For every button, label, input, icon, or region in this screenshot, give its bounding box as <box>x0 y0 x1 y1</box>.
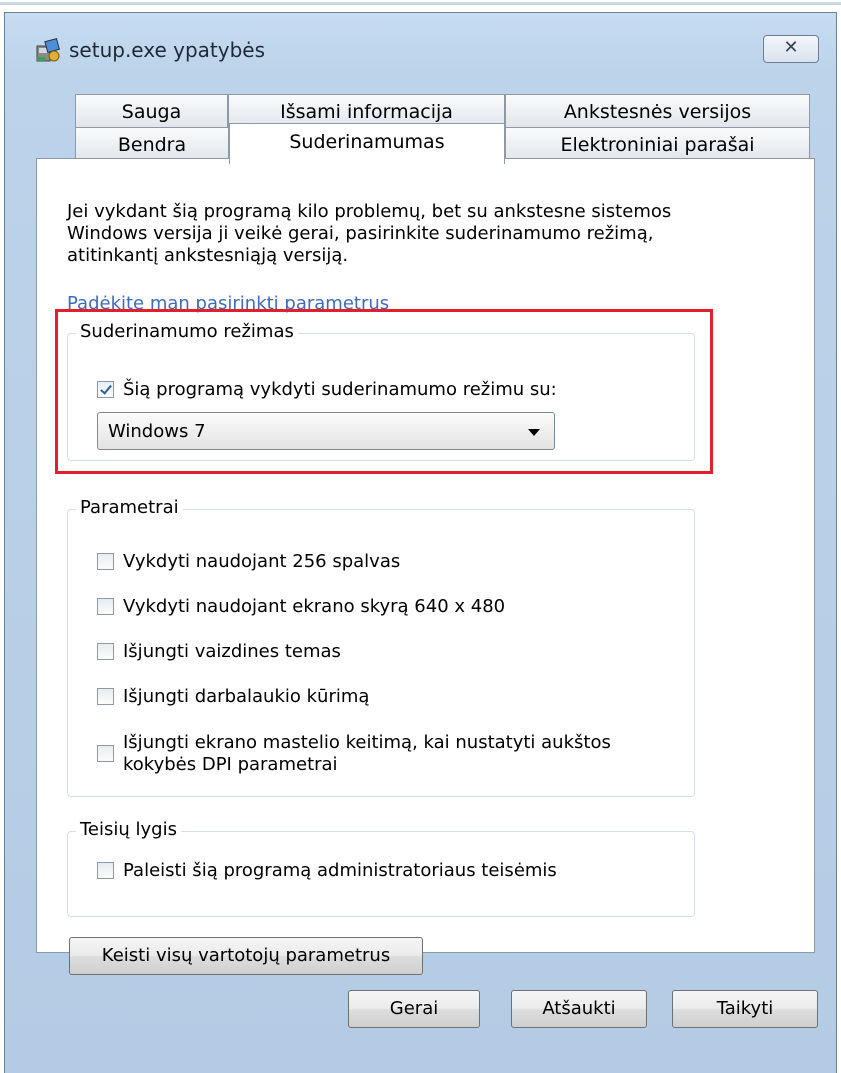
setup-app-icon <box>36 38 60 62</box>
tab-suderinamumas[interactable]: Suderinamumas <box>229 123 505 164</box>
option-256-colors-checkbox[interactable] <box>97 553 114 570</box>
close-button[interactable]: ✕ <box>763 35 819 63</box>
compatibility-panel: Jei vykdant šią programą kilo problemų, … <box>36 158 815 953</box>
window-title: setup.exe ypatybės <box>69 38 266 62</box>
option-256-colors-label: Vykdyti naudojant 256 spalvas <box>123 551 401 572</box>
option-640x480-label: Vykdyti naudojant ekrano skyrą 640 x 480 <box>123 596 506 617</box>
change-all-users-button[interactable]: Keisti visų vartotojų parametrus <box>69 937 423 975</box>
option-disable-themes-label: Išjungti vaizdines temas <box>123 641 341 662</box>
settings-group-title: Parametrai <box>76 497 183 518</box>
privilege-group-title: Teisių lygis <box>76 819 181 840</box>
option-640x480-checkbox[interactable] <box>97 598 114 615</box>
tab-sauga[interactable]: Sauga <box>75 94 228 130</box>
cancel-button[interactable]: Atšaukti <box>511 990 647 1028</box>
close-icon: ✕ <box>783 37 799 58</box>
option-disable-composition-checkbox[interactable] <box>97 688 114 705</box>
option-disable-dpi-scaling-label-line2: kokybės DPI parametrai <box>123 754 338 775</box>
run-as-admin-label: Paleisti šią programą administratoriaus … <box>123 860 557 881</box>
run-as-admin-checkbox[interactable] <box>97 862 114 879</box>
ok-button[interactable]: Gerai <box>348 990 480 1028</box>
option-disable-composition-label: Išjungti darbalaukio kūrimą <box>123 686 370 707</box>
background-window-edge <box>0 0 841 12</box>
option-disable-themes-checkbox[interactable] <box>97 643 114 660</box>
intro-line: atitinkantį ankstesniąją versiją. <box>67 245 349 266</box>
highlight-annotation-box <box>55 309 713 474</box>
option-disable-dpi-scaling-label-line1: Išjungti ekrano mastelio keitimą, kai nu… <box>123 732 611 753</box>
title-bar[interactable]: setup.exe ypatybės ✕ <box>5 13 836 75</box>
intro-text: Jei vykdant šią programą kilo problemų, … <box>67 201 767 267</box>
intro-line: Jei vykdant šią programą kilo problemų, … <box>67 201 672 222</box>
tab-ankstesnes-versijos[interactable]: Ankstesnės versijos <box>505 94 810 130</box>
intro-line: Windows versija ji veikė gerai, pasirink… <box>67 223 654 244</box>
apply-button[interactable]: Taikyti <box>672 990 818 1028</box>
properties-dialog: setup.exe ypatybės ✕ Sauga Išsami inform… <box>4 12 837 1073</box>
option-disable-dpi-scaling-checkbox[interactable] <box>97 745 114 762</box>
